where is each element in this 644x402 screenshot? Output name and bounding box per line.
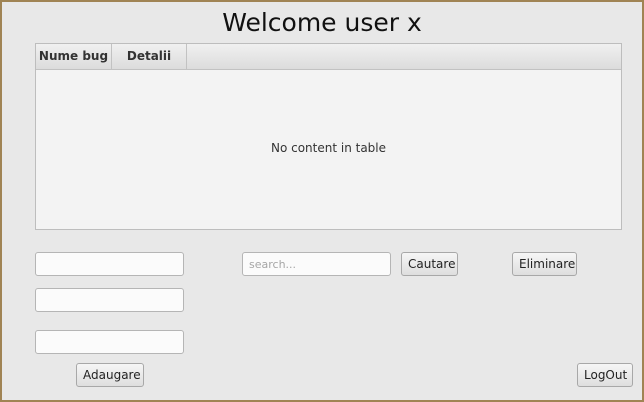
column-header-detalii[interactable]: Detalii xyxy=(112,44,187,69)
bug-details-field[interactable] xyxy=(35,288,184,312)
bug-name-field[interactable] xyxy=(35,252,184,276)
page-title: Welcome user x xyxy=(222,8,422,37)
bug-extra-field[interactable] xyxy=(35,330,184,354)
bug-table[interactable]: Nume bug Detalii No content in table xyxy=(35,43,622,230)
logout-button[interactable]: LogOut xyxy=(577,363,633,387)
column-header-nume-bug[interactable]: Nume bug xyxy=(36,44,112,69)
table-empty-message: No content in table xyxy=(270,141,387,155)
delete-button[interactable]: Eliminare xyxy=(512,252,577,276)
search-input[interactable] xyxy=(242,252,391,276)
search-button[interactable]: Cautare xyxy=(401,252,458,276)
add-button[interactable]: Adaugare xyxy=(76,363,144,387)
main-window: Welcome user x Nume bug Detalii No conte… xyxy=(0,0,644,402)
table-header: Nume bug Detalii xyxy=(36,44,621,70)
